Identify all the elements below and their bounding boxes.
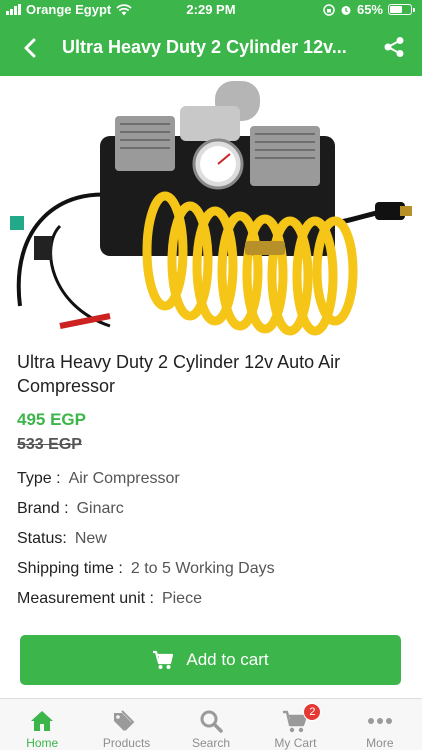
share-button[interactable] <box>380 33 408 61</box>
attribute-measurement-unit: Measurement unit : Piece <box>17 590 202 608</box>
attribute-brand: Brand : Ginarc <box>17 500 124 518</box>
status-bar: Orange Egypt 2:29 PM 65% <box>0 0 422 20</box>
share-icon <box>384 37 404 57</box>
search-icon <box>200 710 223 733</box>
add-to-cart-label: Add to cart <box>186 650 269 669</box>
tab-products[interactable]: Products <box>84 699 168 750</box>
page-title: Ultra Heavy Duty 2 Cylinder 12v... <box>62 37 347 57</box>
back-button[interactable] <box>14 32 46 64</box>
cart-count-badge: 2 <box>303 703 322 721</box>
add-to-cart-button[interactable]: Add to cart <box>20 635 401 685</box>
product-title: Ultra Heavy Duty 2 Cylinder 12v Auto Air… <box>17 352 341 396</box>
product-image[interactable] <box>0 76 422 336</box>
home-icon <box>31 710 54 731</box>
attribute-shipping-time: Shipping time : 2 to 5 Working Days <box>17 560 275 578</box>
battery-icon <box>388 4 415 15</box>
orientation-lock-icon <box>323 3 335 16</box>
cart-icon <box>153 650 174 669</box>
attribute-value: Ginarc <box>76 500 124 517</box>
attribute-label: Measurement unit : <box>17 590 154 607</box>
attribute-value: Piece <box>161 590 202 607</box>
tab-label: More <box>366 736 394 750</box>
chevron-left-icon <box>24 38 36 58</box>
attribute-value: Air Compressor <box>68 470 180 487</box>
tab-label: Search <box>192 736 231 750</box>
tab-my-cart[interactable]: 2 My Cart <box>253 699 337 750</box>
attribute-label: Status: <box>17 530 67 547</box>
tab-label: Home <box>26 736 59 750</box>
nav-bar: Ultra Heavy Duty 2 Cylinder 12v... <box>0 20 422 76</box>
product-price: 495 EGP <box>17 410 86 429</box>
tag-icon <box>113 709 135 731</box>
tab-more[interactable]: More <box>338 699 422 750</box>
attribute-label: Brand : <box>17 500 69 517</box>
tab-search[interactable]: Search <box>169 699 253 750</box>
air-compressor-image <box>10 81 412 336</box>
attribute-label: Shipping time : <box>17 560 123 577</box>
tab-bar: Home Products Search 2 My Cart More <box>0 698 422 750</box>
attribute-label: Type : <box>17 470 61 487</box>
more-icon <box>367 717 392 724</box>
attribute-type: Type : Air Compressor <box>17 470 180 488</box>
tab-label: Products <box>102 736 151 750</box>
battery-percent: 65% <box>356 2 383 17</box>
product-old-price: 533 EGP <box>17 436 82 453</box>
attribute-value: 2 to 5 Working Days <box>130 560 275 577</box>
alarm-icon <box>341 5 351 15</box>
attribute-value: New <box>74 530 107 547</box>
top-bar: Orange Egypt 2:29 PM 65% Ultra Heavy Dut… <box>0 0 422 76</box>
status-right: 65% <box>323 2 415 17</box>
attribute-status: Status: New <box>17 530 107 548</box>
tab-label: My Cart <box>274 736 317 750</box>
tab-home[interactable]: Home <box>0 699 84 750</box>
